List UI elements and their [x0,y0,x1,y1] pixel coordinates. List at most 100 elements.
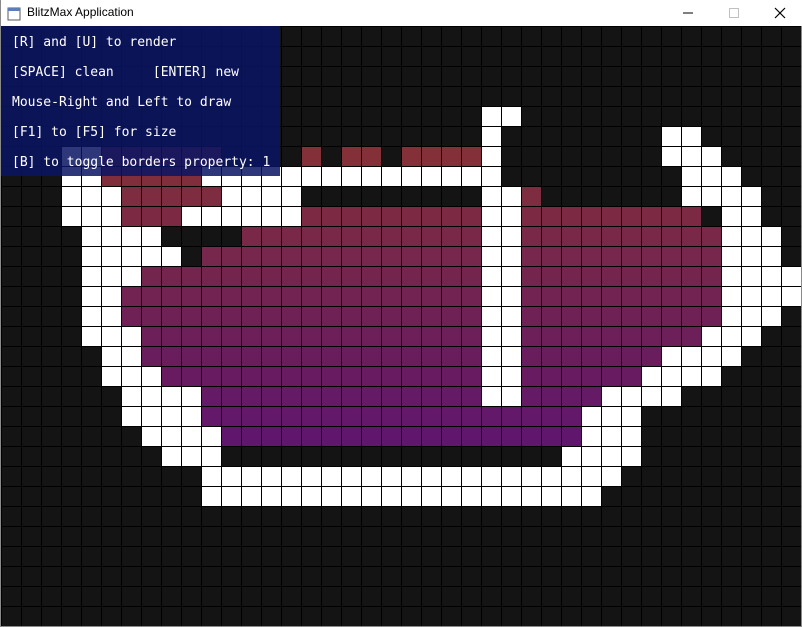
fill-cell[interactable] [541,406,561,426]
fill-cell[interactable] [341,146,361,166]
wall-cell[interactable] [621,426,641,446]
fill-cell[interactable] [541,226,561,246]
wall-cell[interactable] [581,486,601,506]
fill-cell[interactable] [421,326,441,346]
fill-cell[interactable] [161,346,181,366]
fill-cell[interactable] [301,346,321,366]
wall-cell[interactable] [761,286,781,306]
wall-cell[interactable] [741,306,761,326]
fill-cell[interactable] [661,246,681,266]
fill-cell[interactable] [441,326,461,346]
wall-cell[interactable] [481,266,501,286]
wall-cell[interactable] [101,246,121,266]
wall-cell[interactable] [361,466,381,486]
wall-cell[interactable] [441,466,461,486]
wall-cell[interactable] [721,166,741,186]
fill-cell[interactable] [281,366,301,386]
fill-cell[interactable] [621,346,641,366]
wall-cell[interactable] [401,166,421,186]
wall-cell[interactable] [761,226,781,246]
fill-cell[interactable] [121,186,141,206]
wall-cell[interactable] [361,166,381,186]
fill-cell[interactable] [241,366,261,386]
fill-cell[interactable] [461,386,481,406]
wall-cell[interactable] [561,466,581,486]
fill-cell[interactable] [321,266,341,286]
fill-cell[interactable] [661,326,681,346]
wall-cell[interactable] [661,126,681,146]
wall-cell[interactable] [141,246,161,266]
fill-cell[interactable] [381,266,401,286]
wall-cell[interactable] [81,206,101,226]
wall-cell[interactable] [581,446,601,466]
wall-cell[interactable] [81,246,101,266]
fill-cell[interactable] [261,386,281,406]
fill-cell[interactable] [681,306,701,326]
fill-cell[interactable] [401,426,421,446]
wall-cell[interactable] [341,466,361,486]
fill-cell[interactable] [221,266,241,286]
wall-cell[interactable] [601,426,621,446]
fill-cell[interactable] [361,386,381,406]
wall-cell[interactable] [501,346,521,366]
fill-cell[interactable] [701,266,721,286]
fill-cell[interactable] [601,326,621,346]
fill-cell[interactable] [361,286,381,306]
wall-cell[interactable] [641,366,661,386]
wall-cell[interactable] [741,286,761,306]
wall-cell[interactable] [761,306,781,326]
fill-cell[interactable] [621,286,641,306]
fill-cell[interactable] [641,346,661,366]
fill-cell[interactable] [561,206,581,226]
fill-cell[interactable] [641,286,661,306]
fill-cell[interactable] [161,306,181,326]
fill-cell[interactable] [221,366,241,386]
wall-cell[interactable] [281,166,301,186]
wall-cell[interactable] [341,486,361,506]
fill-cell[interactable] [201,266,221,286]
wall-cell[interactable] [141,426,161,446]
fill-cell[interactable] [261,346,281,366]
wall-cell[interactable] [681,346,701,366]
wall-cell[interactable] [101,206,121,226]
wall-cell[interactable] [201,466,221,486]
fill-cell[interactable] [681,286,701,306]
fill-cell[interactable] [601,366,621,386]
fill-cell[interactable] [381,246,401,266]
wall-cell[interactable] [661,146,681,166]
fill-cell[interactable] [381,286,401,306]
fill-cell[interactable] [701,246,721,266]
wall-cell[interactable] [501,306,521,326]
fill-cell[interactable] [541,246,561,266]
fill-cell[interactable] [441,366,461,386]
wall-cell[interactable] [121,366,141,386]
wall-cell[interactable] [481,366,501,386]
fill-cell[interactable] [181,366,201,386]
close-button[interactable] [757,0,802,26]
fill-cell[interactable] [561,226,581,246]
wall-cell[interactable] [681,366,701,386]
fill-cell[interactable] [681,326,701,346]
fill-cell[interactable] [701,306,721,326]
fill-cell[interactable] [321,426,341,446]
fill-cell[interactable] [561,306,581,326]
wall-cell[interactable] [521,466,541,486]
wall-cell[interactable] [681,166,701,186]
wall-cell[interactable] [481,146,501,166]
fill-cell[interactable] [621,306,641,326]
wall-cell[interactable] [601,386,621,406]
fill-cell[interactable] [461,266,481,286]
wall-cell[interactable] [701,186,721,206]
fill-cell[interactable] [201,186,221,206]
fill-cell[interactable] [201,246,221,266]
wall-cell[interactable] [481,306,501,326]
fill-cell[interactable] [401,246,421,266]
wall-cell[interactable] [81,266,101,286]
wall-cell[interactable] [161,246,181,266]
fill-cell[interactable] [181,346,201,366]
wall-cell[interactable] [581,426,601,446]
fill-cell[interactable] [441,306,461,326]
fill-cell[interactable] [521,366,541,386]
fill-cell[interactable] [661,266,681,286]
wall-cell[interactable] [721,326,741,346]
